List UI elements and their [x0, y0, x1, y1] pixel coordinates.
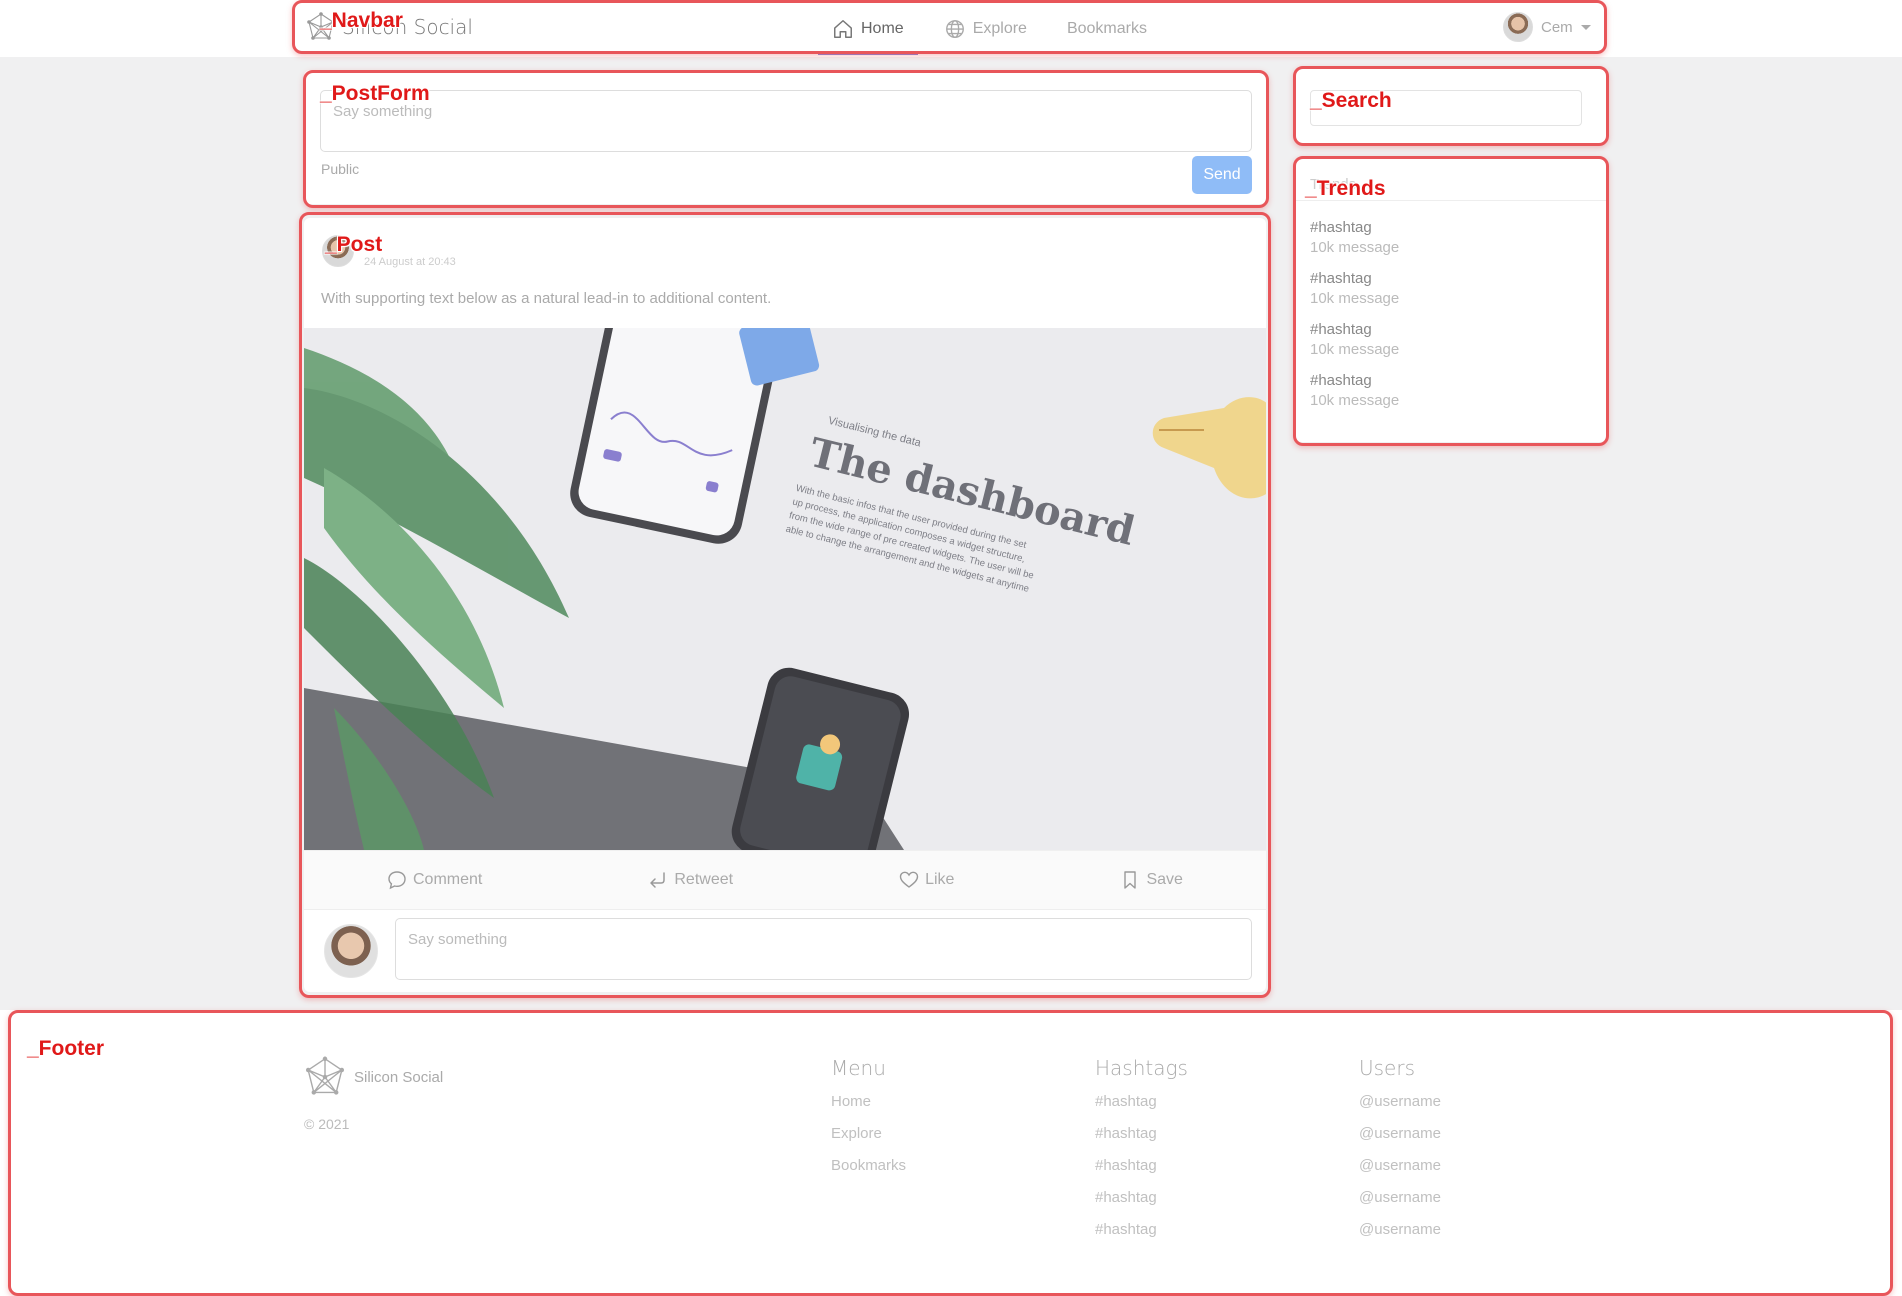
- footer-link[interactable]: #hashtag: [1095, 1214, 1188, 1246]
- post-date: 24 August at 20:43: [364, 256, 456, 268]
- footer-link[interactable]: Home: [831, 1086, 906, 1118]
- trend-item[interactable]: #hashtag 10k message: [1310, 371, 1399, 411]
- network-logo-icon: [305, 1056, 345, 1095]
- user-avatar: [1503, 12, 1533, 42]
- user-menu[interactable]: Cem: [1503, 12, 1591, 42]
- nav-home[interactable]: Home: [812, 0, 924, 57]
- retweet-label: Retweet: [674, 871, 734, 888]
- bookmark-icon: [1124, 871, 1137, 889]
- trend-item[interactable]: #hashtag 10k message: [1310, 269, 1399, 309]
- nav-explore[interactable]: Explore: [924, 0, 1047, 57]
- retweet-icon: [650, 872, 666, 888]
- nav-bookmarks[interactable]: Bookmarks: [1047, 0, 1167, 57]
- footer-users-column: Users @username @username @username @use…: [1359, 1056, 1441, 1246]
- comment-label: Comment: [413, 871, 483, 888]
- annotation-label-trends: _Trends: [1305, 177, 1386, 200]
- annotation-label-post: _Post: [325, 233, 383, 256]
- chevron-down-icon: [1580, 24, 1591, 30]
- footer-brand[interactable]: Silicon Social: [304, 1056, 443, 1098]
- save-label: Save: [1146, 871, 1183, 888]
- comment-input[interactable]: Say something: [395, 918, 1252, 980]
- trend-count: 10k message: [1310, 290, 1400, 307]
- post-image-illustration: Visualising the data The dashboard With …: [304, 328, 1266, 850]
- footer-column-title: Users: [1359, 1056, 1416, 1080]
- comment-icon: [388, 871, 406, 890]
- trend-tag: #hashtag: [1310, 372, 1372, 389]
- like-label: Like: [925, 871, 955, 888]
- footer-link[interactable]: @username: [1359, 1150, 1441, 1182]
- annotation-label-footer: _Footer: [27, 1037, 105, 1060]
- home-icon: [834, 19, 852, 38]
- nav-links: Home Explore Bookmarks: [812, 0, 1167, 57]
- globe-icon: [945, 19, 964, 38]
- post-form: Say something Public Send: [304, 70, 1266, 204]
- nav-bookmarks-label: Bookmarks: [1066, 19, 1147, 37]
- footer-link[interactable]: @username: [1359, 1118, 1441, 1150]
- footer: Silicon Social © 2021 Menu Home Explore …: [0, 1010, 1902, 1296]
- footer-link[interactable]: @username: [1359, 1214, 1441, 1246]
- footer-link[interactable]: #hashtag: [1095, 1086, 1188, 1118]
- trend-tag: #hashtag: [1310, 219, 1372, 236]
- trend-tag: #hashtag: [1310, 270, 1372, 287]
- footer-link[interactable]: #hashtag: [1095, 1182, 1188, 1214]
- visibility-label[interactable]: Public: [321, 161, 359, 177]
- footer-column-title: Hashtags: [1095, 1056, 1188, 1080]
- footer-link[interactable]: Bookmarks: [831, 1150, 906, 1182]
- annotation-label-navbar: _Navbar: [320, 9, 403, 32]
- trend-item[interactable]: #hashtag 10k message: [1310, 218, 1399, 258]
- annotation-label-postform: _PostForm: [320, 82, 430, 105]
- footer-link[interactable]: #hashtag: [1095, 1118, 1188, 1150]
- annotation-label-search: _Search: [1310, 89, 1392, 112]
- navbar: Silicon Social Home Explore Bookmarks Ce…: [0, 0, 1902, 57]
- like-button[interactable]: Like: [899, 870, 954, 890]
- nav-home-label: Home: [861, 19, 904, 37]
- trend-count: 10k message: [1310, 341, 1400, 358]
- nav-explore-label: Explore: [972, 19, 1027, 37]
- post-text: With supporting text below as a natural …: [321, 290, 772, 307]
- post-actions: Comment Retweet Like Save: [304, 850, 1266, 910]
- post-card: x 24 August at 20:43 With supporting tex…: [304, 218, 1266, 992]
- comment-avatar: [324, 924, 378, 978]
- trend-tag: #hashtag: [1310, 321, 1372, 338]
- comment-button[interactable]: Comment: [387, 870, 482, 890]
- trend-count: 10k message: [1310, 392, 1400, 409]
- post-image[interactable]: Visualising the data The dashboard With …: [304, 328, 1266, 850]
- send-button[interactable]: Send: [1192, 156, 1252, 194]
- footer-column-title: Menu: [831, 1056, 886, 1080]
- save-button[interactable]: Save: [1120, 870, 1183, 890]
- footer-hashtags-column: Hashtags #hashtag #hashtag #hashtag #has…: [1095, 1056, 1188, 1246]
- footer-copyright: © 2021: [304, 1116, 350, 1132]
- user-name: Cem: [1541, 18, 1573, 36]
- heart-icon: [899, 871, 919, 888]
- footer-brand-name: Silicon Social: [354, 1068, 444, 1086]
- trend-count: 10k message: [1310, 239, 1400, 256]
- footer-link[interactable]: Explore: [831, 1118, 906, 1150]
- footer-link[interactable]: @username: [1359, 1182, 1441, 1214]
- retweet-button[interactable]: Retweet: [648, 870, 733, 890]
- footer-link[interactable]: @username: [1359, 1086, 1441, 1118]
- footer-link[interactable]: #hashtag: [1095, 1150, 1188, 1182]
- trend-item[interactable]: #hashtag 10k message: [1310, 320, 1399, 360]
- post-input[interactable]: Say something: [320, 90, 1252, 152]
- footer-menu-column: Menu Home Explore Bookmarks: [831, 1056, 906, 1182]
